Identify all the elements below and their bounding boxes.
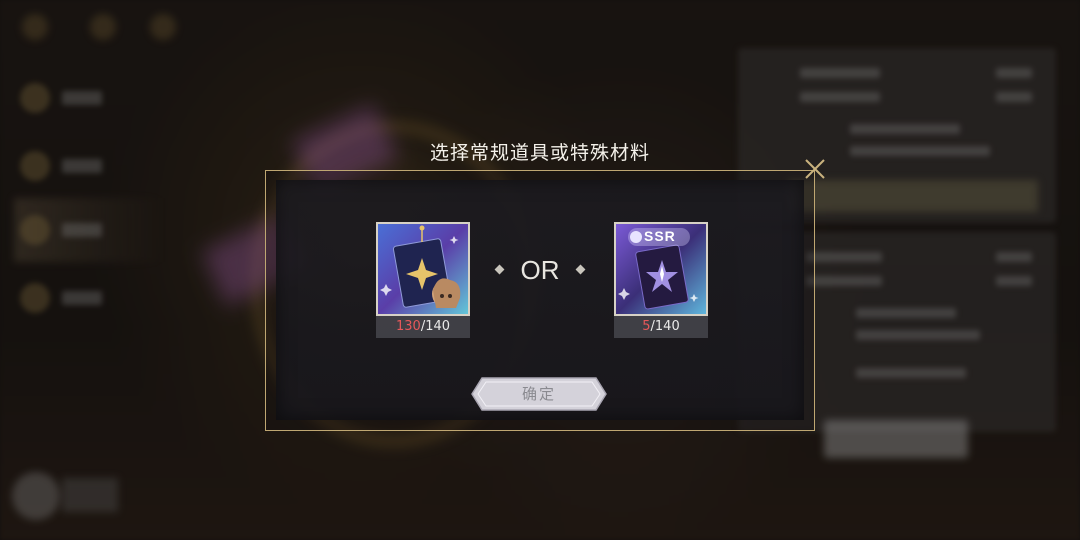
or-label: OR: [520, 255, 560, 285]
item-count-max: /140: [420, 319, 451, 334]
ssr-badge: SSR: [644, 228, 676, 244]
item-count-max: /140: [650, 319, 680, 334]
item-option-special[interactable]: SSR 5/140: [614, 222, 708, 338]
close-icon: [805, 159, 825, 179]
ssr-crystal-card-icon: SSR: [614, 222, 708, 316]
confirm-button[interactable]: 确定: [470, 376, 608, 412]
item-count-current: 130: [395, 319, 421, 334]
item-count: 130/140: [376, 316, 470, 338]
tarot-card-icon: [376, 222, 470, 316]
item-option-regular[interactable]: 130/140: [376, 222, 470, 338]
close-button[interactable]: [801, 155, 829, 183]
confirm-label: 确定: [521, 385, 556, 403]
item-count: 5/140: [614, 316, 708, 338]
dialog-title: 选择常规道具或特殊材料: [429, 142, 650, 164]
item-count-current: 5: [642, 319, 651, 334]
